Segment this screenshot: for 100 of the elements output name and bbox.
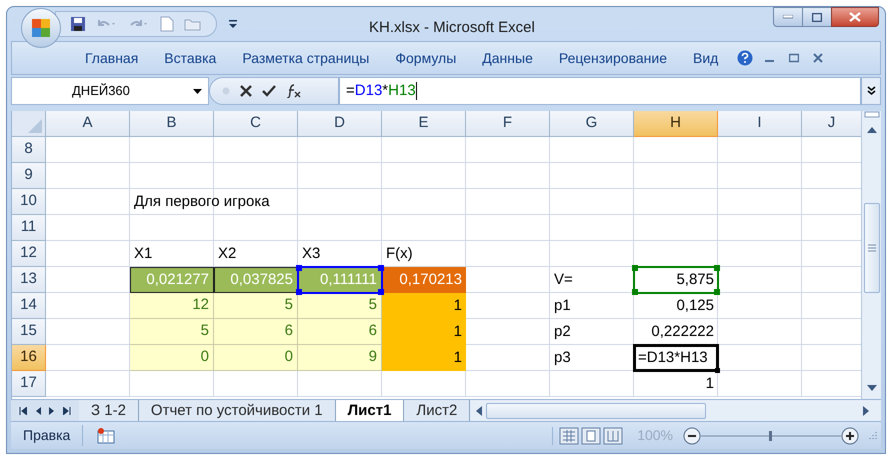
zoom-in-icon[interactable] [841,426,859,444]
vertical-scrollbar[interactable] [861,111,881,399]
office-logo-icon [30,17,52,39]
customize-toolbar-icon[interactable] [229,19,237,29]
dropdown-icon [193,88,202,94]
table-cell-text: 0,222222 [650,322,715,342]
column-header[interactable]: B [130,111,214,137]
table-cell-text: p2 [553,322,572,342]
macro-record-icon[interactable] [97,428,116,444]
name-box[interactable]: ДНЕЙ360 [11,77,209,105]
table-cell: 0 [214,345,298,371]
scroll-left-icon [476,406,482,416]
table-cell-text: X1 [133,244,154,264]
ribbon-tab[interactable]: Данные [469,48,546,68]
table-cell: 5 [298,293,382,319]
table-cell: 9 [298,345,382,371]
table-cell-text: F(x) [385,244,414,264]
row-header[interactable]: 10 [12,189,46,215]
restore-icon[interactable] [789,53,800,63]
cancel-icon[interactable] [240,85,252,97]
table-cell: 12 [130,293,214,319]
table-cell-text: X3 [301,244,322,264]
save-icon[interactable] [70,16,86,32]
ribbon-tab[interactable]: Разметка страницы [229,48,382,68]
table-cell-text: 1 [704,374,715,394]
table-cell: 0,170213 [382,267,466,293]
row-header[interactable]: 14 [12,293,46,319]
table-cell-text: V= [553,270,574,290]
horizontal-scrollbar[interactable] [470,400,881,421]
scroll-down-icon [866,385,876,391]
sheet-tab[interactable]: Лист2 [404,400,470,421]
table-cell: 6 [298,319,382,345]
sheet-tab[interactable]: Лист1 [336,400,404,421]
maximize-button[interactable] [803,7,831,27]
column-header[interactable]: H [634,111,718,137]
status-mode: Правка [11,425,84,446]
table-cell: 5 [214,293,298,319]
close-button[interactable] [831,7,879,27]
resize-grip-icon [867,430,877,440]
row-header[interactable]: 12 [12,241,46,267]
ribbon-tab[interactable]: Главная [72,48,152,68]
table-cell: 0,037825 [214,267,298,293]
column-header[interactable]: A [46,111,130,137]
split-icon [864,111,880,119]
close-icon [849,12,861,22]
row-header[interactable]: 13 [12,267,46,293]
sheet-tab[interactable]: Отчет по устойчивости 1 [138,400,336,421]
formula-field[interactable]: =D13*H13 [339,77,861,105]
table-cell: 0,021277 [130,267,214,293]
office-button[interactable] [21,8,61,48]
ribbon-tab[interactable]: Вставка [151,48,230,68]
scroll-up-icon [866,127,876,133]
page-layout-icon[interactable] [581,426,602,444]
expand-icon [866,86,876,96]
row-header[interactable]: 15 [12,319,46,345]
row-header[interactable]: 16 [12,345,46,371]
table-cell-text: p1 [553,296,572,316]
table-cell-text: p3 [553,348,572,368]
next-sheet-icon[interactable] [49,406,55,414]
table-cell-text: X2 [217,244,238,264]
last-sheet-icon[interactable] [63,406,71,414]
column-header[interactable]: I [718,111,802,137]
zoom-out-icon[interactable] [683,426,701,444]
column-header[interactable]: G [550,111,634,137]
scroll-right-icon [863,406,869,416]
ribbon-tab[interactable]: Формулы [382,48,470,68]
table-cell: 6 [214,319,298,345]
expand-formula-button[interactable] [861,77,881,105]
column-header[interactable]: E [382,111,466,137]
row-header[interactable]: 8 [12,137,46,163]
table-cell-text: 5,875 [675,270,715,290]
column-header[interactable]: D [298,111,382,137]
ribbon-tab[interactable]: Рецензирование [546,48,680,68]
column-header[interactable]: J [802,111,862,137]
table-cell: 5 [130,319,214,345]
check-icon[interactable] [262,85,276,97]
table-cell-text: Для первого игрока [133,192,271,212]
row-header[interactable]: 9 [12,163,46,189]
table-cell-text: 0,125 [675,296,715,316]
row-header[interactable]: 11 [12,215,46,241]
help-icon[interactable] [737,50,754,66]
minimize-button[interactable] [773,7,803,27]
column-header[interactable]: F [466,111,550,137]
close-icon[interactable] [813,53,824,63]
ribbon-tab[interactable]: Вид [680,48,732,68]
page-break-icon[interactable] [603,426,624,444]
grip-icon [868,244,876,252]
column-header[interactable]: C [214,111,298,137]
window-title: KH.xlsx - Microsoft Excel [369,18,535,38]
first-sheet-icon[interactable] [19,406,27,414]
triangle-icon [28,119,42,133]
normal-view-icon[interactable] [559,426,580,444]
minimize-icon [783,15,793,19]
function-icon[interactable] [286,84,302,98]
table-cell: 1 [382,345,466,371]
row-header[interactable]: 17 [12,371,46,397]
sheet-tab[interactable]: З 1-2 [79,400,139,421]
table-cell: 1 [382,319,466,345]
maximize-icon [812,12,822,22]
previous-sheet-icon[interactable] [35,406,41,414]
